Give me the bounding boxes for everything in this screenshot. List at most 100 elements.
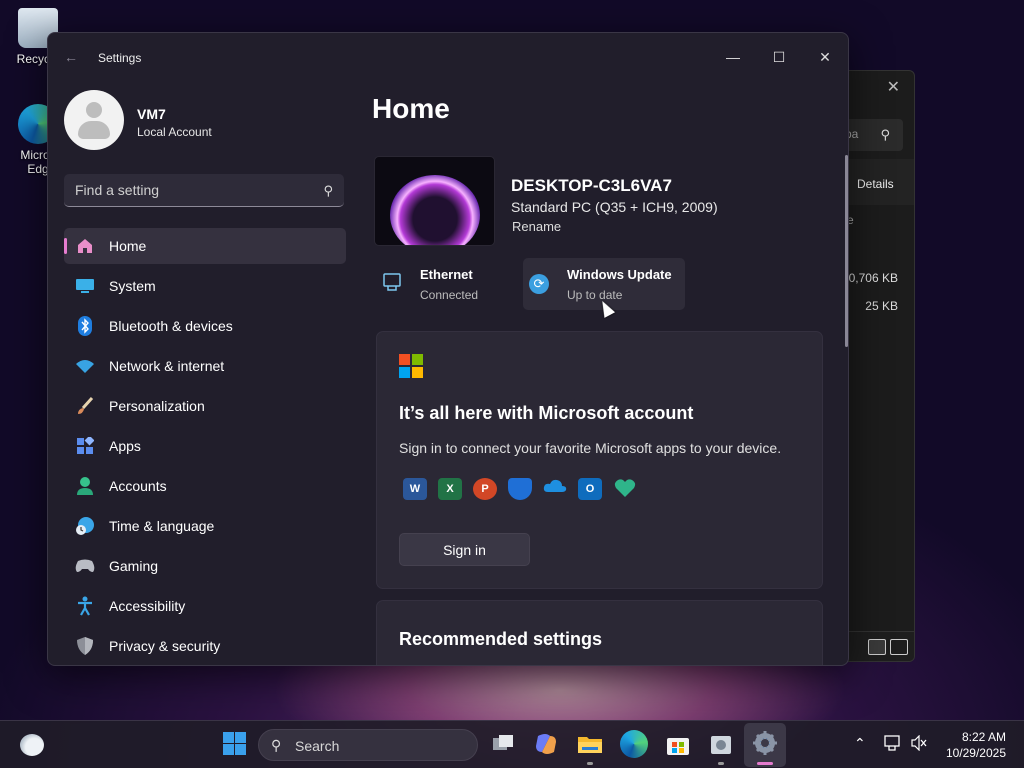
word-icon: W xyxy=(403,478,427,500)
back-arrow-icon[interactable]: ← xyxy=(64,49,78,65)
minimize-button[interactable]: — xyxy=(710,41,756,73)
ethernet-subtitle: Connected xyxy=(420,288,479,302)
search-icon: ⚲ xyxy=(323,183,333,198)
sidebar-item-bluetooth[interactable]: Bluetooth & devices xyxy=(64,308,346,344)
copilot-icon[interactable] xyxy=(532,730,560,758)
brush-icon xyxy=(74,396,96,416)
search-icon[interactable]: ⚲ xyxy=(880,127,890,143)
sidebar-item-system[interactable]: System xyxy=(64,268,346,304)
close-icon[interactable]: ✕ xyxy=(887,77,900,97)
family-safety-icon xyxy=(613,478,637,500)
shield-icon xyxy=(74,636,96,656)
recommended-settings-card: Recommended settings xyxy=(376,600,823,665)
weather-widget-icon[interactable] xyxy=(20,734,44,756)
task-view-icon[interactable] xyxy=(489,730,517,758)
sidebar-item-accounts[interactable]: Accounts xyxy=(64,468,346,504)
explorer-search-box[interactable]: pa xyxy=(843,119,903,151)
sidebar-item-label: Accessibility xyxy=(109,598,186,614)
maximize-button[interactable]: ☐ xyxy=(756,41,802,73)
sidebar-item-label: Apps xyxy=(109,438,141,454)
microsoft-account-card: It’s all here with Microsoft account Sig… xyxy=(376,331,823,589)
ethernet-status-card[interactable]: Ethernet Connected xyxy=(376,258,506,310)
taskbar-search-box[interactable]: ⚲ Search xyxy=(258,729,478,761)
avatar-head xyxy=(86,102,102,118)
sidebar-item-label: Privacy & security xyxy=(109,638,221,654)
show-hidden-icons-chevron-up-icon[interactable]: ⌃ xyxy=(854,735,866,752)
snipping-tool-icon[interactable] xyxy=(707,730,735,758)
page-title: Home xyxy=(372,93,450,124)
network-icon[interactable] xyxy=(884,735,902,754)
device-name: DESKTOP-C3L6VA7 xyxy=(511,176,672,195)
file-explorer-icon[interactable] xyxy=(576,730,604,758)
sidebar-item-label: Personalization xyxy=(109,398,205,414)
microsoft-store-icon[interactable] xyxy=(664,730,692,758)
clock-globe-icon xyxy=(74,516,96,536)
clock-date: 10/29/2025 xyxy=(945,746,1006,760)
settings-window: ← Settings — ☐ ✕ VM7 Local Account ⚲ Hom… xyxy=(47,32,849,666)
start-button[interactable] xyxy=(221,730,249,758)
device-spec: Standard PC (Q35 + ICH9, 2009) xyxy=(511,199,718,215)
system-clock[interactable]: 8:22 AM 10/29/2025 xyxy=(946,729,1006,761)
profile-account-type: Local Account xyxy=(137,125,212,139)
apps-icon xyxy=(74,436,96,456)
defender-icon xyxy=(508,478,532,500)
excel-icon: X xyxy=(438,478,462,500)
outlook-icon: O xyxy=(578,478,602,500)
taskbar: ⚲ Search ⌃ 8:22 AM 10/29/2025 xyxy=(0,720,1024,768)
powerpoint-icon: P xyxy=(473,478,497,500)
accessibility-icon xyxy=(74,596,96,616)
scrollbar[interactable] xyxy=(845,155,848,347)
rename-link[interactable]: Rename xyxy=(512,219,561,234)
sidebar-item-label: Bluetooth & devices xyxy=(109,318,233,334)
home-icon xyxy=(74,236,96,256)
microsoft-apps-row: W X P O xyxy=(403,478,637,502)
ms-account-title: It’s all here with Microsoft account xyxy=(399,403,694,423)
file-size: 10,706 KB xyxy=(841,271,898,285)
sidebar-item-apps[interactable]: Apps xyxy=(64,428,346,464)
sidebar-item-label: Time & language xyxy=(109,518,215,534)
gear-icon xyxy=(753,731,777,755)
bluetooth-icon xyxy=(74,316,96,336)
sidebar-item-personalization[interactable]: Personalization xyxy=(64,388,346,424)
system-icon xyxy=(74,276,96,296)
sync-icon: ⟳ xyxy=(529,274,549,294)
avatar-body xyxy=(78,121,110,139)
ms-account-description: Sign in to connect your favorite Microso… xyxy=(399,440,782,456)
recommended-settings-title: Recommended settings xyxy=(399,629,603,649)
person-icon xyxy=(74,476,96,496)
ethernet-icon xyxy=(382,272,402,297)
settings-taskbar-button[interactable] xyxy=(744,723,786,767)
sidebar-item-accessibility[interactable]: Accessibility xyxy=(64,588,346,624)
search-icon: ⚲ xyxy=(271,737,282,753)
sidebar-item-home[interactable]: Home xyxy=(64,228,346,264)
find-setting-box[interactable]: ⚲ xyxy=(64,174,344,207)
sidebar-item-gaming[interactable]: Gaming xyxy=(64,548,346,584)
device-wallpaper-thumbnail xyxy=(374,156,495,246)
sign-in-button[interactable]: Sign in xyxy=(399,533,530,566)
details-view-icon[interactable] xyxy=(868,639,886,655)
gamepad-icon xyxy=(74,556,96,576)
taskbar-search-label: Search xyxy=(295,738,340,754)
sidebar-item-label: Accounts xyxy=(109,478,167,494)
volume-muted-icon[interactable] xyxy=(910,734,928,754)
search-input[interactable] xyxy=(64,174,344,206)
sidebar-item-network[interactable]: Network & internet xyxy=(64,348,346,384)
tiles-view-icon[interactable] xyxy=(890,639,908,655)
details-button[interactable]: Details xyxy=(857,177,894,191)
sidebar-item-label: Network & internet xyxy=(109,358,225,374)
windows-update-title: Windows Update xyxy=(567,267,672,282)
ethernet-title: Ethernet xyxy=(420,267,473,282)
sidebar-item-label: System xyxy=(109,278,156,294)
edge-icon[interactable] xyxy=(620,730,648,758)
close-button[interactable]: ✕ xyxy=(802,41,848,73)
sidebar-nav: Home System Bluetooth & devices Network … xyxy=(64,228,346,665)
wallpaper-glow xyxy=(390,175,480,245)
profile-name[interactable]: VM7 xyxy=(137,106,166,122)
running-indicator xyxy=(718,762,724,765)
sidebar-item-privacy[interactable]: Privacy & security xyxy=(64,628,346,664)
clock-time: 8:22 AM xyxy=(961,730,1006,744)
wifi-icon xyxy=(74,356,96,376)
sidebar-item-time-language[interactable]: Time & language xyxy=(64,508,346,544)
active-indicator xyxy=(757,762,773,765)
avatar[interactable] xyxy=(64,90,124,150)
